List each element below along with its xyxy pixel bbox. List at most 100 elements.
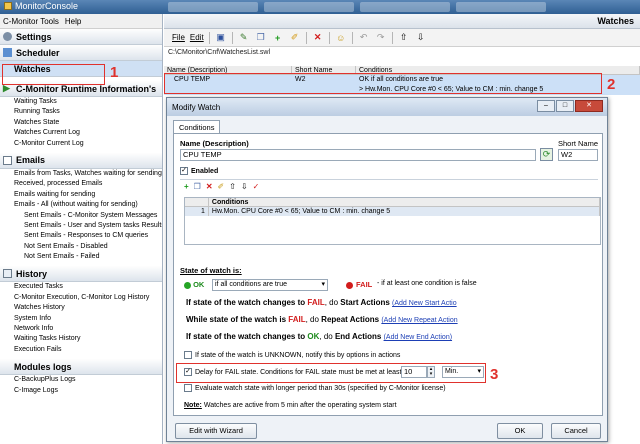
fail-status-label: FAIL (356, 280, 373, 289)
start-actions-line: If state of the watch changes to FAIL, d… (186, 298, 457, 307)
file-menu[interactable]: File (172, 33, 185, 42)
nav-system-info[interactable]: System Info (0, 314, 162, 324)
column-condition: Conditions (208, 198, 600, 207)
toolbar-separator (391, 31, 393, 44)
nav-execution-log[interactable]: C-Monitor Execution, C-Monitor Log Histo… (0, 293, 162, 303)
nav-watches-log[interactable]: Watches Current Log (0, 128, 162, 138)
section-history[interactable]: History (0, 266, 162, 283)
enabled-checkbox[interactable]: ✓ Enabled (180, 167, 218, 175)
condition-index: 1 (185, 207, 209, 216)
close-icon[interactable]: ✕ (575, 100, 603, 112)
file-path: C:\CMonitor\Cnf\WatchesList.swl (168, 49, 271, 56)
tab-conditions[interactable]: Conditions (173, 120, 221, 134)
repeat-actions-line: While state of the watch is FAIL, do Rep… (186, 315, 458, 324)
nav-watches-state[interactable]: Watches State (0, 118, 162, 128)
unknown-checkbox[interactable]: If state of the watch is UNKNOWN, notify… (184, 351, 400, 359)
app-icon (4, 2, 12, 10)
nav-notsent-disabled[interactable]: Not Sent Emails - Disabled (0, 242, 162, 252)
nav-email-queue[interactable]: Emails waiting for sending (0, 190, 162, 200)
minimize-icon[interactable]: – (537, 100, 555, 112)
state-label-text: State of watch is: (180, 266, 242, 275)
edit-icon[interactable]: ✐ (289, 32, 301, 44)
nav-watches-history[interactable]: Watches History (0, 303, 162, 313)
nav-email-all[interactable]: Emails - All (without waiting for sendin… (0, 200, 162, 210)
name-input[interactable]: CPU TEMP (180, 149, 536, 161)
nav-sent-results[interactable]: Sent Emails - User and System tasks Resu… (0, 221, 162, 231)
ok-button[interactable]: OK (497, 423, 543, 439)
nav-email-received[interactable]: Received, processed Emails (0, 179, 162, 189)
evaluate-checkbox-box[interactable] (184, 384, 192, 392)
undo-icon[interactable]: ↶ (358, 32, 370, 44)
cancel-button[interactable]: Cancel (551, 423, 601, 439)
add-repeat-action-link[interactable]: (Add New Repeat Action (381, 317, 457, 324)
conditions-table-header: Conditions (185, 198, 600, 207)
table-row[interactable]: 1 Hw.Mon. CPU Core #0 < 65; Value to CM … (185, 207, 600, 216)
ok-condition-select[interactable]: if all conditions are true (212, 279, 328, 291)
section-scheduler[interactable]: Scheduler (0, 45, 162, 61)
enabled-checkbox-box[interactable]: ✓ (180, 167, 188, 175)
nav-execution-fails[interactable]: Execution Fails (0, 345, 162, 355)
enabled-divider (180, 179, 598, 180)
delete-icon[interactable]: ✕ (312, 32, 324, 44)
section-modules[interactable]: Modules logs (0, 359, 162, 376)
move-up-icon[interactable]: ⇧ (398, 32, 410, 44)
redo-icon[interactable]: ↷ (375, 32, 387, 44)
edit-with-wizard-button[interactable]: Edit with Wizard (175, 423, 257, 439)
save-icon[interactable]: ▣ (215, 32, 227, 44)
maximize-icon[interactable]: □ (556, 100, 574, 112)
move-down-icon[interactable]: ⇩ (415, 32, 427, 44)
menu-tools[interactable]: C-Monitor Tools (3, 17, 59, 26)
add-end-action-link[interactable]: (Add New End Action) (384, 334, 452, 341)
check-condition-icon[interactable]: ✓ (253, 182, 260, 191)
smiley-icon[interactable]: ☺ (335, 32, 347, 44)
toolbar-separator (328, 31, 330, 44)
evaluate-checkbox[interactable]: Evaluate watch state with longer period … (184, 384, 446, 392)
title-bar: MonitorConsole (0, 0, 640, 14)
section-settings[interactable]: Settings (0, 29, 162, 45)
toolbar-separator (351, 31, 353, 44)
state-label: State of watch is: (180, 266, 242, 275)
copy-icon[interactable]: ❐ (255, 32, 267, 44)
delete-condition-icon[interactable]: ✕ (206, 182, 213, 191)
add-icon[interactable]: + (272, 32, 284, 44)
fail-status-icon (346, 282, 353, 289)
condition-up-icon[interactable]: ⇧ (229, 182, 236, 191)
short-name-input[interactable]: W2 (558, 149, 598, 161)
modify-watch-dialog: Modify Watch – □ ✕ Conditions Name (Desc… (166, 97, 608, 442)
section-emails[interactable]: Emails (0, 152, 162, 169)
annotation-number-2: 2 (607, 76, 616, 93)
nav-backupplus-logs[interactable]: C-BackupPlus Logs (0, 375, 162, 385)
column-index (185, 198, 209, 207)
edit-menu[interactable]: Edit (190, 33, 204, 42)
toolbar: File Edit ▣ ✎ ❐ + ✐ ✕ ☺ ↶ ↷ ⇧ ⇩ (164, 29, 640, 47)
edit-wand-icon[interactable]: ✎ (238, 32, 250, 44)
repeat-suffix: , do (305, 315, 319, 324)
nav-image-logs[interactable]: C-Image Logs (0, 386, 162, 396)
annotation-box-2 (164, 73, 602, 94)
start-state: FAIL (307, 298, 325, 307)
condition-down-icon[interactable]: ⇩ (241, 182, 248, 191)
add-start-action-link[interactable]: (Add New Start Actio (392, 300, 457, 307)
add-condition-icon[interactable]: + (184, 182, 189, 191)
nav-waiting-tasks[interactable]: Waiting Tasks (0, 97, 162, 107)
nav-waiting-history[interactable]: Waiting Tasks History (0, 334, 162, 344)
nav-email-waiting[interactable]: Emails from Tasks, Watches waiting for s… (0, 169, 162, 179)
nav-notsent-failed[interactable]: Not Sent Emails - Failed (0, 252, 162, 262)
name-label: Name (Description) (180, 139, 249, 148)
annotation-box-1 (2, 64, 105, 85)
toolbar-separator (231, 31, 233, 44)
nav-network-info[interactable]: Network Info (0, 324, 162, 334)
edit-condition-icon[interactable]: ✐ (218, 182, 225, 191)
copy-condition-icon[interactable]: ❐ (194, 182, 201, 191)
scheduler-icon (3, 48, 12, 57)
nav-cmonitor-log[interactable]: C-Monitor Current Log (0, 139, 162, 149)
menu-help[interactable]: Help (65, 17, 81, 26)
nav-sent-responses[interactable]: Sent Emails - Responses to CM queries (0, 231, 162, 241)
nav-sent-system[interactable]: Sent Emails - C-Monitor System Messages (0, 211, 162, 221)
refresh-icon[interactable]: ⟳ (540, 148, 553, 161)
unknown-checkbox-box[interactable] (184, 351, 192, 359)
history-icon (3, 269, 12, 279)
nav-executed-tasks[interactable]: Executed Tasks (0, 282, 162, 292)
repeat-action: Repeat Actions (321, 315, 380, 324)
nav-running-tasks[interactable]: Running Tasks (0, 107, 162, 117)
